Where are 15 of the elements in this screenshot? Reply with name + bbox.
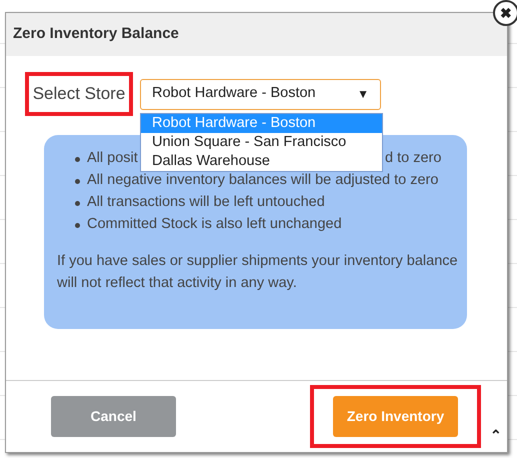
dialog-title: Zero Inventory Balance (13, 24, 179, 44)
scroll-up-icon[interactable]: ⌃ (490, 428, 502, 442)
bullet-icon (75, 156, 80, 162)
bullet-icon (75, 200, 80, 206)
info-bullet: d to zero (385, 149, 442, 168)
info-bullet: All transactions will be left untouched (87, 193, 325, 212)
caret-icon: ▼ (357, 85, 369, 103)
bullet-icon (75, 178, 80, 184)
info-bullet: All negative inventory balances will be adjusted to zero (87, 171, 438, 190)
info-bullet: Committed Stock is also left unchanged (87, 215, 342, 234)
field-label: Select Store (32, 83, 126, 106)
bullet-icon (75, 222, 80, 228)
info-bullet: All posit (87, 149, 138, 168)
info-note: If you have sales or supplier shipments your inventory balance will not reflect that activity in any way. (57, 252, 459, 293)
store-select[interactable]: Robot Hardware - Boston ▼ (140, 78, 381, 110)
